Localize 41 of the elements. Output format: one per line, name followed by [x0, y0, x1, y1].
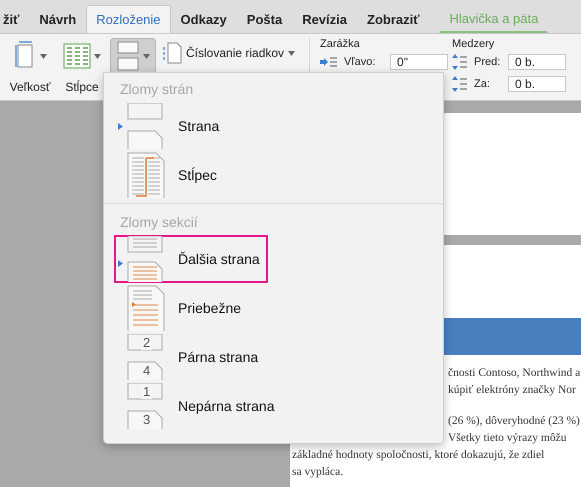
spacing-icon — [452, 53, 468, 71]
breaks-button[interactable] — [110, 38, 156, 74]
spin-field[interactable]: 0" — [390, 54, 448, 70]
ribbon-tab[interactable]: Pošta — [236, 5, 292, 33]
dropdown-arrow-icon — [288, 50, 296, 56]
indent-icon — [320, 56, 338, 68]
document-text: Všetky tieto výrazy môžu — [447, 431, 568, 446]
document-text: sa vypláca. — [291, 465, 344, 480]
ribbon-tab[interactable]: Revízia — [292, 5, 357, 33]
size-button[interactable]: Veľkosť — [6, 34, 54, 100]
menu-section-heading: Zlomy strán — [119, 80, 194, 99]
spin-field[interactable]: 0 b. — [508, 76, 566, 92]
field-label: Vľavo: — [344, 56, 376, 68]
ribbon-tab[interactable]: Návrh — [29, 5, 86, 33]
ribbon-tab[interactable]: Zobraziť — [357, 5, 430, 33]
menu-section-heading: Zlomy sekcií — [119, 213, 199, 232]
group-title: Medzery — [452, 38, 496, 50]
field-label: Za: — [474, 78, 491, 90]
line-numbers-button[interactable]: Číslovanie riadkov — [160, 42, 298, 64]
ribbon-tab[interactable]: Odkazy — [170, 5, 237, 33]
document-text: (26 %), dôveryhodné (23 %) — [447, 414, 581, 429]
menu-item[interactable]: 2 4 Párna strana — [114, 333, 264, 381]
document-text: kúpiť elektróny značky Nor — [447, 383, 577, 398]
ribbon-tab[interactable]: žiť — [0, 5, 30, 33]
menu-item[interactable]: Priebežne — [114, 284, 248, 332]
dropdown-arrow-icon — [94, 54, 101, 58]
columns-icon — [63, 43, 91, 69]
spacing-icon — [452, 75, 468, 93]
document-text: čnosti Contoso, Northwind a — [447, 366, 581, 381]
dropdown-arrow-icon — [40, 54, 47, 58]
dropdown-arrow-icon — [143, 54, 150, 58]
spin-field[interactable]: 0 b. — [508, 54, 566, 70]
menu-item[interactable]: Ďalšia strana — [114, 235, 268, 283]
field-label: Pred: — [474, 56, 502, 68]
menu-item[interactable]: 1 3 Nepárna strana — [114, 382, 281, 430]
ribbon-tab[interactable]: Rozloženie — [86, 5, 171, 33]
document-text: základné hodnoty spoločnosti, ktoré dokazujú, že zdiel — [291, 448, 546, 463]
group-title: Zarážka — [320, 38, 361, 50]
line-numbers-icon — [162, 42, 182, 64]
menu-item[interactable]: Stĺpec — [114, 151, 223, 199]
menu-item[interactable]: Strana — [114, 102, 226, 150]
